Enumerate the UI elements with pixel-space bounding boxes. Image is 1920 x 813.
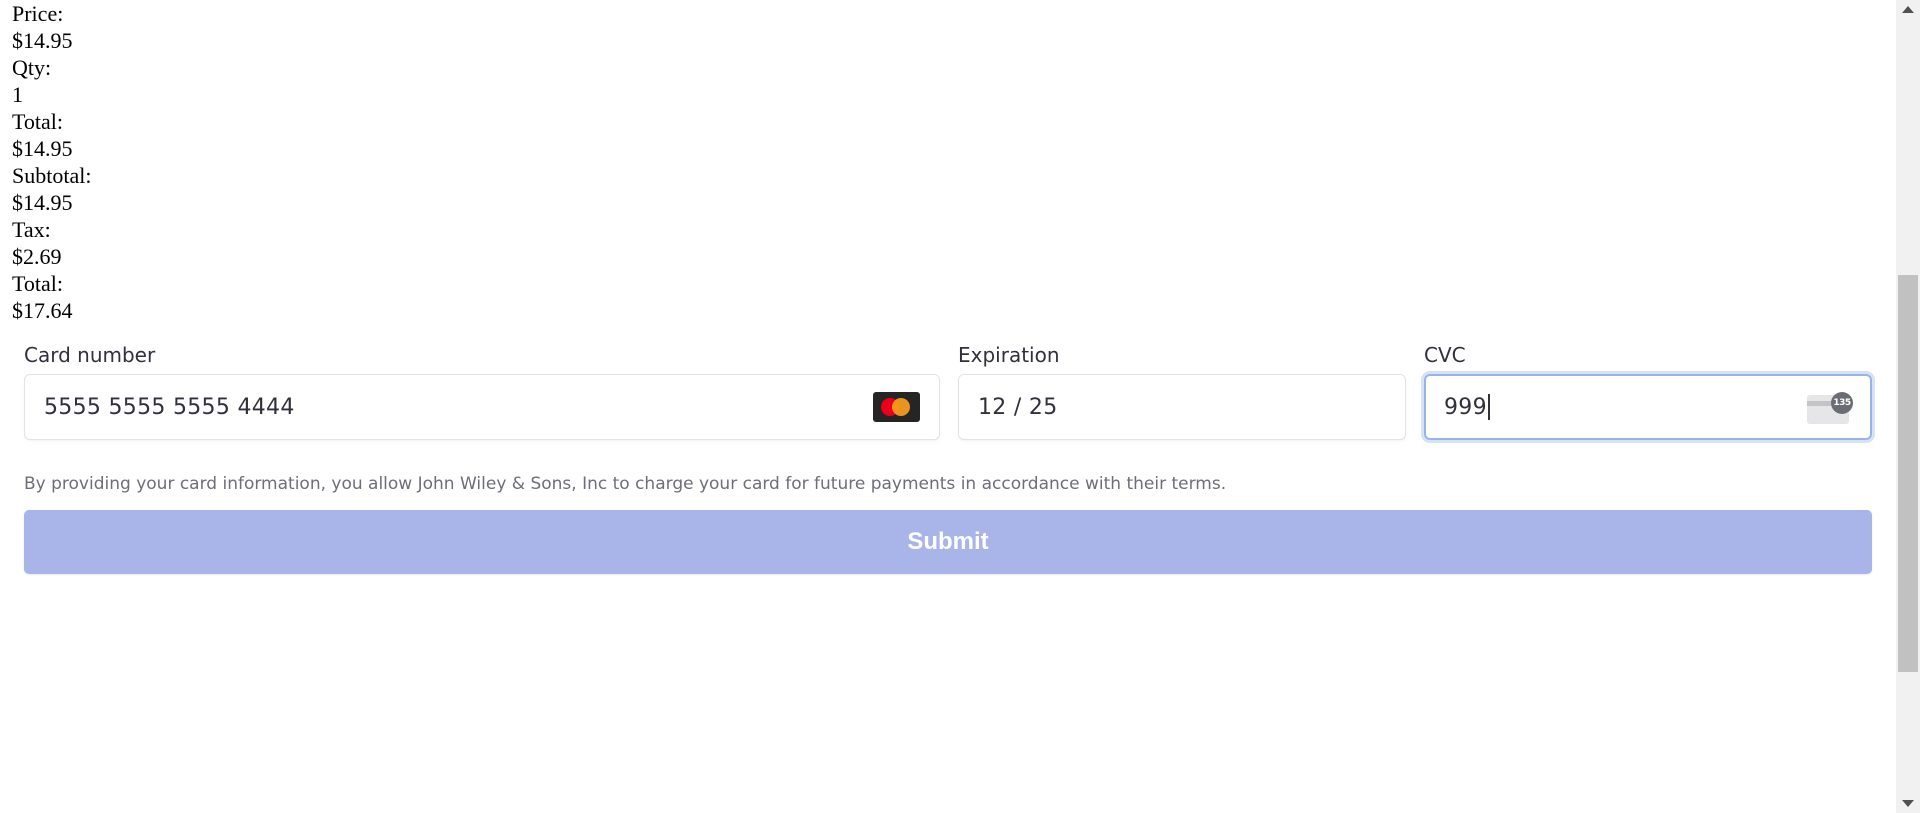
line-total-label: Total: [12, 109, 64, 134]
qty-value: 1 [12, 82, 23, 107]
scroll-down-arrow-icon[interactable] [1902, 800, 1914, 807]
payment-form: Card number 5555 5555 5555 4444 Expirati… [24, 340, 1872, 574]
scroll-thumb[interactable] [1898, 275, 1918, 672]
expiration-input[interactable]: 12 / 25 [958, 374, 1406, 440]
cvc-hint-badge: 135 [1831, 392, 1853, 414]
card-number-field-group: Card number 5555 5555 5555 4444 [24, 340, 940, 440]
line-total-value: $14.95 [12, 136, 73, 161]
price-value: $14.95 [12, 28, 73, 53]
cvc-field-group: CVC 999 135 [1424, 340, 1872, 440]
cvc-input[interactable]: 999 135 [1424, 374, 1872, 440]
qty-label: Qty: [12, 55, 52, 80]
scroll-up-arrow-icon[interactable] [1902, 6, 1914, 13]
clipped-text-above [12, 0, 152, 8]
card-number-value: 5555 5555 5555 4444 [44, 394, 295, 420]
text-caret [1487, 394, 1490, 420]
cvc-card-icon: 135 [1807, 392, 1853, 424]
tax-label: Tax: [12, 217, 51, 242]
order-summary: Price: $14.95 Qty: 1 Total: $14.95 Subto… [12, 0, 91, 324]
expiration-field-group: Expiration 12 / 25 [958, 340, 1406, 440]
subtotal-value: $14.95 [12, 190, 73, 215]
subtotal-label: Subtotal: [12, 163, 92, 188]
card-number-input[interactable]: 5555 5555 5555 4444 [24, 374, 940, 440]
expiration-label: Expiration [958, 343, 1060, 367]
grand-total-label: Total: [12, 271, 64, 296]
grand-total-value: $17.64 [12, 298, 73, 323]
payment-fields-row: Card number 5555 5555 5555 4444 Expirati… [24, 340, 1872, 440]
expiration-value: 12 / 25 [978, 394, 1058, 420]
mastercard-icon [873, 392, 920, 422]
card-number-label: Card number [24, 343, 156, 367]
page-scrollbar[interactable] [1896, 0, 1920, 813]
submit-button[interactable]: Submit [24, 510, 1872, 574]
cvc-label: CVC [1424, 343, 1466, 367]
payment-terms-text: By providing your card information, you … [24, 474, 1227, 494]
cvc-value: 999 [1444, 394, 1487, 420]
tax-value: $2.69 [12, 244, 62, 269]
